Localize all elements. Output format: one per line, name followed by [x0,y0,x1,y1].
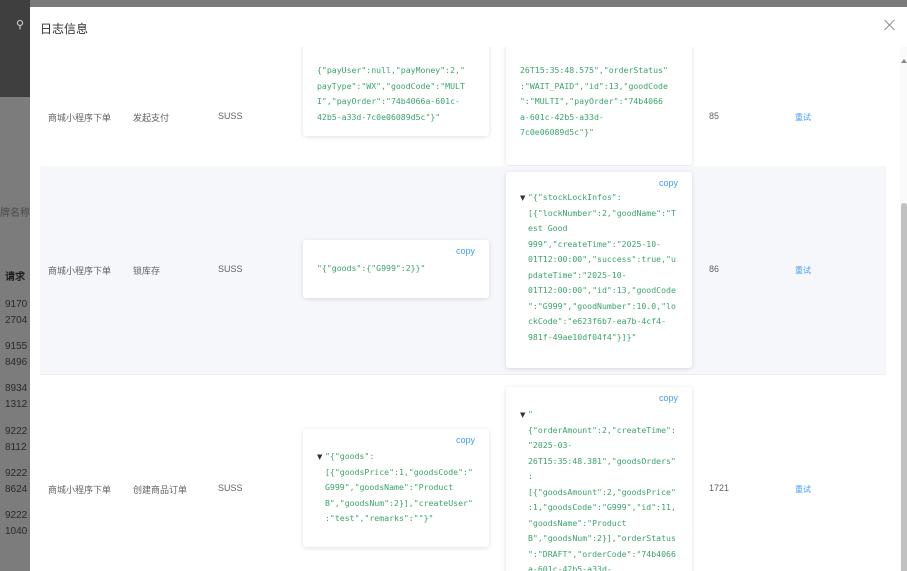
request-json-card: copy ▼ "{"goods": [{"goodsPrice":1,"good… [303,429,489,547]
dialog-title: 日志信息 [40,22,89,36]
response-json-card: 26T15:35:48.575","orderStatus" :"WAIT_PA… [506,47,692,165]
collapse-toggle-icon[interactable]: ▼ [520,411,525,419]
response-json: "{"stockLockInfos": [{"lockNumber":2,"go… [528,192,676,342]
response-json: " {"orderAmount":2,"createTime": "2025-0… [528,409,676,571]
response-json-card: copy ▼ "{"stockLockInfos": [{"lockNumber… [506,172,692,368]
duration-cell: 1721 [709,483,730,493]
background-id: 2704 [5,315,28,326]
background-id: 9222 [5,426,28,437]
action-cell: 创建商品订单 [133,485,188,495]
background-id: 8496 [5,357,28,368]
table-row: 商城小程序下单 发起支付 SUSS {"payUser":null,"payMo… [40,47,886,167]
background-column-header: 请求 [5,272,25,283]
background-id: 9222 [5,468,28,479]
log-info-dialog: 日志信息 商城小程序下单 发起支付 SUSS {"payUser":null,"… [30,7,907,571]
duration-cell: 85 [709,111,720,121]
background-id: 9222 [5,510,28,521]
log-table: 商城小程序下单 发起支付 SUSS {"payUser":null,"payMo… [40,47,886,571]
action-cell: 发起支付 [133,113,170,123]
source-cell: 商城小程序下单 [48,266,112,276]
background-id: 9155 [5,341,28,352]
source-cell: 商城小程序下单 [48,113,112,123]
request-json: "{"goods": [{"goodsPrice":1,"goodsCode":… [325,451,473,523]
background-id: 1312 [5,399,28,410]
copy-button[interactable]: copy [659,393,678,403]
response-json: 26T15:35:48.575","orderStatus" :"WAIT_PA… [520,65,668,137]
table-row: 商城小程序下单 锁库存 SUSS copy "{"goods":{"G999":… [40,166,886,375]
action-cell: 锁库存 [133,266,161,276]
background-topbar: ⚲ [0,0,30,97]
request-json-card: copy "{"goods":{"G999":2}}" [303,240,489,298]
background-content [0,97,30,571]
copy-button[interactable]: copy [659,178,678,188]
close-icon[interactable] [882,17,898,33]
search-icon: ⚲ [16,18,25,31]
copy-button[interactable]: copy [456,435,475,445]
status-cell: SUSS [218,264,243,274]
response-json-card: copy ▼ " {"orderAmount":2,"createTime": … [506,387,692,571]
background-id: 8934 [5,383,28,394]
status-cell: SUSS [218,483,243,493]
retry-button[interactable]: 重试 [795,112,811,123]
source-cell: 商城小程序下单 [48,485,112,495]
request-json: {"payUser":null,"payMoney":2," payType":… [317,65,465,122]
table-row: 商城小程序下单 创建商品订单 SUSS copy ▼ "{"goods": [{… [40,374,886,571]
copy-button[interactable]: copy [456,246,475,256]
background-id: 1040 [5,526,28,537]
collapse-toggle-icon[interactable]: ▼ [317,453,322,461]
scrollbar-thumb[interactable] [901,203,907,571]
duration-cell: 86 [709,264,720,274]
status-cell: SUSS [218,111,243,121]
request-json-card: {"payUser":null,"payMoney":2," payType":… [303,47,489,136]
scroll-up-arrow-icon[interactable] [901,59,907,63]
retry-button[interactable]: 重试 [795,484,811,495]
background-id: 8112 [5,442,27,453]
background-search-placeholder: 牌名称 [0,208,30,219]
request-json: "{"goods":{"G999":2}}" [317,263,426,273]
collapse-toggle-icon[interactable]: ▼ [520,194,525,202]
retry-button[interactable]: 重试 [795,265,811,276]
background-id: 8624 [5,484,28,495]
background-id: 9170 [5,299,28,310]
